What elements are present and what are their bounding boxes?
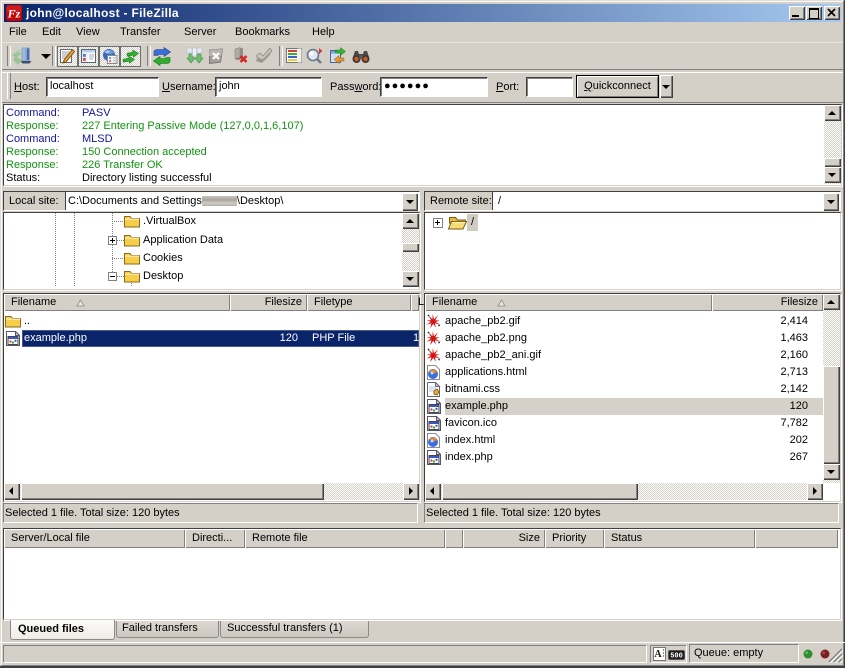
svg-text:A: A <box>654 649 662 660</box>
svg-text:500: 500 <box>670 653 683 661</box>
svg-text:Fz: Fz <box>7 7 21 21</box>
